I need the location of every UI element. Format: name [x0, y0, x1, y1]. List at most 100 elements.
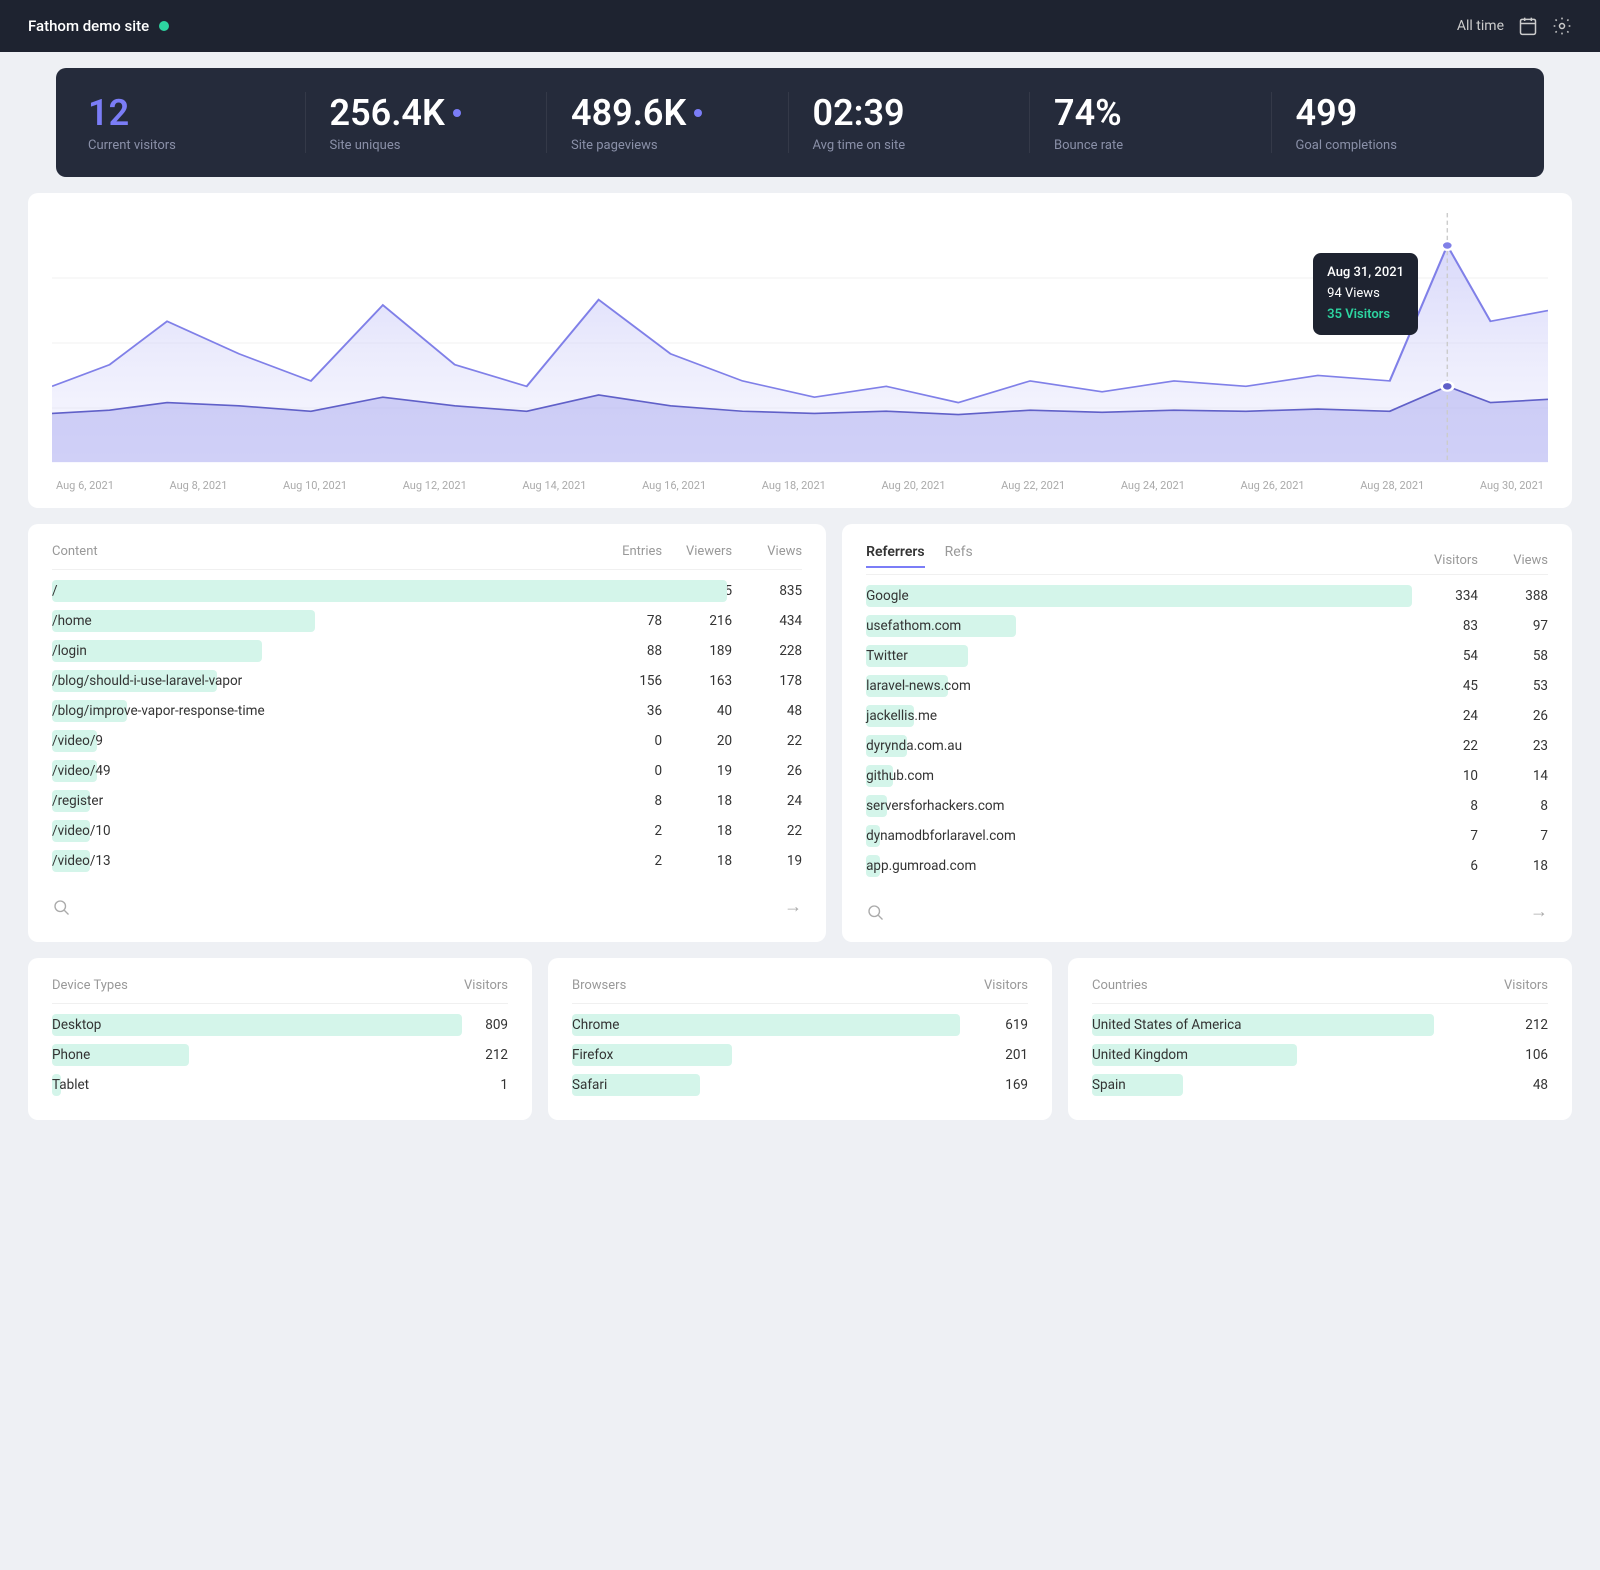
countries-col: Visitors — [1504, 978, 1548, 993]
tab-referrers[interactable]: Referrers — [866, 544, 925, 568]
row-nums: 156 163 178 — [592, 673, 802, 689]
referrer-row[interactable]: app.gumroad.com 6 18 — [866, 851, 1548, 881]
referrers-table-body: Google 334 388 usefathom.com 83 97 Twitt… — [866, 581, 1548, 881]
referrer-row[interactable]: dynamodbforlaravel.com 7 7 — [866, 821, 1548, 851]
device-row[interactable]: Phone 212 — [52, 1040, 508, 1070]
row-nums: 2 18 19 — [592, 853, 802, 869]
time-range-label[interactable]: All time — [1457, 18, 1504, 34]
device-row-value: 1 — [438, 1077, 508, 1093]
row-viewers: 40 — [662, 703, 732, 719]
content-table-body: / 614 655 835 /home 78 216 434 /login 88… — [52, 576, 802, 876]
ref-next-arrow[interactable]: → — [1530, 901, 1548, 922]
row-views: 228 — [732, 643, 802, 659]
xlabel-3: Aug 12, 2021 — [403, 479, 467, 492]
table-row[interactable]: /blog/improve-vapor-response-time 36 40 … — [52, 696, 802, 726]
stat-label-current-visitors: Current visitors — [88, 138, 281, 153]
device-types-body: Desktop 809 Phone 212 Tablet 1 — [52, 1010, 508, 1100]
ref-row-nums: 8 8 — [1408, 798, 1548, 814]
device-row[interactable]: Desktop 809 — [52, 1010, 508, 1040]
stat-label-goal-completions: Goal completions — [1296, 138, 1489, 153]
tab-refs[interactable]: Refs — [945, 544, 973, 568]
content-table-header: Content Entries Viewers Views — [52, 544, 802, 570]
table-row[interactable]: /home 78 216 434 — [52, 606, 802, 636]
row-entries: 0 — [592, 763, 662, 779]
xlabel-4: Aug 14, 2021 — [522, 479, 586, 492]
referrer-row[interactable]: Google 334 388 — [866, 581, 1548, 611]
row-viewers: 18 — [662, 823, 732, 839]
row-entries: 36 — [592, 703, 662, 719]
row-viewers: 19 — [662, 763, 732, 779]
referrer-row[interactable]: serversforhackers.com 8 8 — [866, 791, 1548, 821]
site-name: Fathom demo site — [28, 17, 149, 35]
ref-row-views: 26 — [1478, 708, 1548, 724]
ref-row-label: Google — [866, 588, 1408, 604]
row-views: 22 — [732, 733, 802, 749]
uniques-dot — [453, 109, 461, 117]
country-row[interactable]: Spain 48 — [1092, 1070, 1548, 1100]
ref-row-visitors: 54 — [1408, 648, 1478, 664]
stat-value-goal-completions: 499 — [1296, 92, 1489, 134]
country-row[interactable]: United Kingdom 106 — [1092, 1040, 1548, 1070]
ref-visitors-header: Visitors — [1408, 553, 1478, 568]
panels-row: Content Entries Viewers Views / 614 655 … — [28, 524, 1572, 942]
ref-row-visitors: 24 — [1408, 708, 1478, 724]
browser-row[interactable]: Chrome 619 — [572, 1010, 1028, 1040]
browser-row-value: 201 — [958, 1047, 1028, 1063]
referrer-row[interactable]: usefathom.com 83 97 — [866, 611, 1548, 641]
row-label: / — [52, 583, 592, 599]
row-entries: 156 — [592, 673, 662, 689]
ref-row-nums: 24 26 — [1408, 708, 1548, 724]
main-content: Aug 31, 2021 94 Views 35 Visitors Aug 6,… — [0, 177, 1600, 1148]
stat-label-bounce-rate: Bounce rate — [1054, 138, 1247, 153]
ref-row-nums: 83 97 — [1408, 618, 1548, 634]
device-row[interactable]: Tablet 1 — [52, 1070, 508, 1100]
xlabel-7: Aug 20, 2021 — [881, 479, 945, 492]
browsers-title: Browsers — [572, 978, 626, 993]
table-row[interactable]: / 614 655 835 — [52, 576, 802, 606]
ref-row-label: laravel-news.com — [866, 678, 1408, 694]
referrer-row[interactable]: laravel-news.com 45 53 — [866, 671, 1548, 701]
hover-dot-views — [1442, 241, 1454, 250]
table-row[interactable]: /register 8 18 24 — [52, 786, 802, 816]
row-viewers: 163 — [662, 673, 732, 689]
browser-row-label: Firefox — [572, 1047, 958, 1063]
settings-icon[interactable] — [1552, 16, 1572, 36]
content-panel: Content Entries Viewers Views / 614 655 … — [28, 524, 826, 942]
xlabel-6: Aug 18, 2021 — [762, 479, 826, 492]
stat-current-visitors: 12 Current visitors — [88, 92, 306, 153]
countries-title: Countries — [1092, 978, 1148, 993]
row-label: /video/13 — [52, 853, 592, 869]
table-row[interactable]: /video/9 0 20 22 — [52, 726, 802, 756]
ref-row-views: 53 — [1478, 678, 1548, 694]
row-label: /blog/should-i-use-laravel-vapor — [52, 673, 592, 689]
content-next-arrow[interactable]: → — [784, 896, 802, 917]
table-row[interactable]: /blog/should-i-use-laravel-vapor 156 163… — [52, 666, 802, 696]
row-nums: 78 216 434 — [592, 613, 802, 629]
row-views: 178 — [732, 673, 802, 689]
table-row[interactable]: /login 88 189 228 — [52, 636, 802, 666]
referrer-row[interactable]: jackellis.me 24 26 — [866, 701, 1548, 731]
browser-row[interactable]: Safari 169 — [572, 1070, 1028, 1100]
row-viewers: 216 — [662, 613, 732, 629]
search-icon[interactable] — [52, 898, 70, 916]
calendar-icon[interactable] — [1518, 16, 1538, 36]
referrer-row[interactable]: github.com 10 14 — [866, 761, 1548, 791]
xlabel-8: Aug 22, 2021 — [1001, 479, 1065, 492]
referrer-row[interactable]: dyrynda.com.au 22 23 — [866, 731, 1548, 761]
country-row-label: Spain — [1092, 1077, 1478, 1093]
ref-row-label: github.com — [866, 768, 1408, 784]
ref-search-icon[interactable] — [866, 903, 884, 921]
browser-row[interactable]: Firefox 201 — [572, 1040, 1028, 1070]
stat-value-bounce-rate: 74% — [1054, 92, 1247, 134]
stat-value-current-visitors: 12 — [88, 92, 281, 134]
row-entries: 88 — [592, 643, 662, 659]
table-row[interactable]: /video/10 2 18 22 — [52, 816, 802, 846]
referrer-row[interactable]: Twitter 54 58 — [866, 641, 1548, 671]
table-row[interactable]: /video/13 2 18 19 — [52, 846, 802, 876]
ref-row-nums: 7 7 — [1408, 828, 1548, 844]
row-entries: 2 — [592, 823, 662, 839]
ref-row-visitors: 45 — [1408, 678, 1478, 694]
table-row[interactable]: /video/49 0 19 26 — [52, 756, 802, 786]
country-row[interactable]: United States of America 212 — [1092, 1010, 1548, 1040]
ref-row-label: app.gumroad.com — [866, 858, 1408, 874]
